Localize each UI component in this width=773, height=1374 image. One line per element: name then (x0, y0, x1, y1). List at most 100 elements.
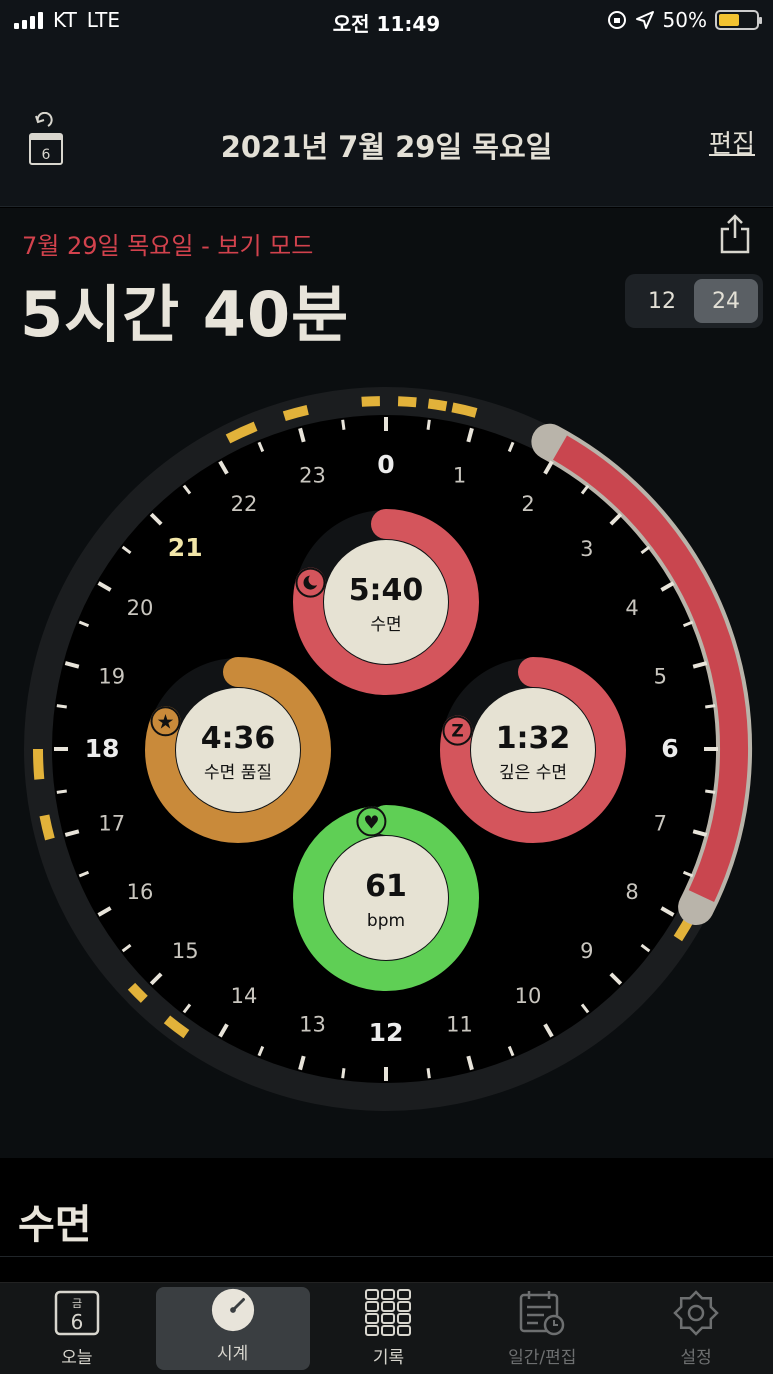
tab-bar: 금 6 오늘 시계 기록 일간/편집 설정 (0, 1282, 773, 1374)
tab-settings[interactable]: 설정 (619, 1283, 773, 1374)
hour-tick (426, 1068, 431, 1079)
rotation-lock-icon (607, 11, 626, 29)
tab-clock[interactable]: 시계 (155, 1287, 310, 1370)
battery-icon (715, 10, 762, 30)
grid-cell (397, 1301, 412, 1312)
heart-icon-glyph: ♥ (363, 812, 379, 833)
tab-today-weekday: 금 (72, 1297, 82, 1310)
tab-today[interactable]: 금 6 오늘 (0, 1283, 154, 1374)
hour-label-9: 9 (580, 939, 593, 963)
tab-clock-label: 시계 (217, 1344, 249, 1364)
tab-today-label: 오늘 (61, 1348, 93, 1368)
grid-cell (381, 1313, 396, 1324)
grid-cell (397, 1313, 412, 1324)
location-icon (635, 11, 654, 29)
ring-value-sleep: 5:40 (349, 573, 424, 608)
hour-label-20: 20 (127, 596, 154, 620)
calendar-edit-icon (520, 1291, 565, 1336)
activity-mark (32, 748, 45, 780)
tab-daily-edit[interactable]: 일간/편집 (465, 1283, 619, 1374)
hour-label-22: 22 (231, 492, 258, 516)
hour-mode-toggle: 12 24 (625, 274, 763, 328)
hour-label-6: 6 (661, 734, 678, 763)
z-icon-glyph: Z (451, 722, 463, 742)
hour-label-8: 8 (625, 880, 638, 904)
summary-header: 7월 29일 목요일 - 보기 모드 5시간 40분 12 24 (0, 208, 773, 378)
calendar-today-icon: 금 6 (54, 1290, 100, 1336)
star-icon-glyph: ★ (157, 709, 175, 733)
toggle-12[interactable]: 12 (630, 279, 694, 323)
grid-cell (381, 1325, 396, 1336)
tab-daily-edit-label: 일간/편집 (508, 1348, 577, 1368)
hour-label-4: 4 (625, 596, 638, 620)
hour-label-5: 5 (654, 665, 667, 689)
clock-face: 0 12345678910111213141516171819202122235:… (24, 387, 752, 1111)
ring-label-deep: 깊은 수면 (499, 763, 567, 783)
activity-mark (451, 402, 478, 418)
section-title: 수면 (18, 1202, 92, 1248)
hour-label-17: 17 (98, 812, 125, 836)
gear-icon (673, 1290, 719, 1336)
tab-records[interactable]: 기록 (312, 1283, 466, 1374)
hour-label-15: 15 (172, 939, 199, 963)
activity-mark (427, 398, 448, 412)
sleep-duration: 5시간 40분 (20, 278, 350, 351)
clock-icon (211, 1288, 254, 1332)
date-mode-label: 7월 29일 목요일 - 보기 모드 (22, 232, 314, 260)
tab-settings-label: 설정 (680, 1348, 712, 1368)
hour-label-12: 12 (369, 1018, 404, 1047)
hour-label-0: 0 (377, 450, 394, 479)
ring-label-heart: bpm (367, 911, 405, 931)
ring-value-quality: 4:36 (201, 721, 276, 756)
gear-hub (687, 1304, 705, 1322)
grid-cell (365, 1313, 380, 1324)
hour-label-7: 7 (654, 812, 667, 836)
hour-label-13: 13 (299, 1012, 326, 1036)
hour-label-1: 1 (453, 464, 466, 488)
sleep-clock: 0 1 2 3 4 5 6 7 8 9 10 11 12 13 14 15 16 17 18 19 20 21 22 23 5:… (0, 378, 773, 1158)
hour-label-21: 21 (168, 533, 203, 562)
activity-mark (282, 405, 309, 421)
grid-cell (365, 1289, 380, 1300)
ring-value-deep: 1:32 (496, 721, 571, 756)
share-icon[interactable] (719, 214, 751, 254)
toggle-24[interactable]: 24 (694, 279, 758, 323)
status-bar: KT LTE 오전 11:49 50% (0, 0, 773, 40)
hour-tick (341, 1068, 346, 1079)
grid-cell (381, 1301, 396, 1312)
grid-cell (397, 1289, 412, 1300)
ring-label-quality: 수면 품질 (204, 763, 272, 783)
tab-records-label: 기록 (372, 1348, 405, 1368)
hour-label-14: 14 (231, 984, 258, 1008)
hour-label-11: 11 (446, 1012, 473, 1036)
battery-percent: 50% (662, 8, 707, 32)
hour-label-18: 18 (85, 734, 120, 763)
nav-bar: 6 2021년 7월 29일 목요일 편집 (0, 40, 773, 207)
grid-cell (365, 1301, 380, 1312)
hour-label-19: 19 (98, 665, 125, 689)
hour-label-23: 23 (299, 464, 326, 488)
hour-tick (56, 704, 67, 709)
grid-icon (365, 1289, 412, 1336)
tab-today-day: 6 (71, 1310, 84, 1334)
hour-label-16: 16 (127, 880, 154, 904)
hour-tick (705, 704, 716, 709)
hour-tick (341, 419, 346, 430)
activity-mark (397, 396, 417, 408)
hour-label-2: 2 (521, 492, 534, 516)
hour-tick (705, 789, 716, 794)
activity-mark (39, 814, 55, 841)
activity-mark (361, 396, 380, 407)
ring-value-heart: 61 (365, 869, 407, 904)
hour-label-10: 10 (515, 984, 542, 1008)
ring-label-sleep: 수면 (370, 615, 401, 635)
hour-tick (426, 419, 431, 430)
moon-icon-cut (308, 573, 321, 586)
page-title: 2021년 7월 29일 목요일 (220, 130, 553, 164)
edit-button[interactable]: 편집 (709, 124, 755, 160)
status-right: 50% (607, 8, 762, 32)
grid-cell (397, 1325, 412, 1336)
divider (0, 1256, 773, 1257)
grid-cell (381, 1289, 396, 1300)
gear-outline (673, 1290, 719, 1336)
